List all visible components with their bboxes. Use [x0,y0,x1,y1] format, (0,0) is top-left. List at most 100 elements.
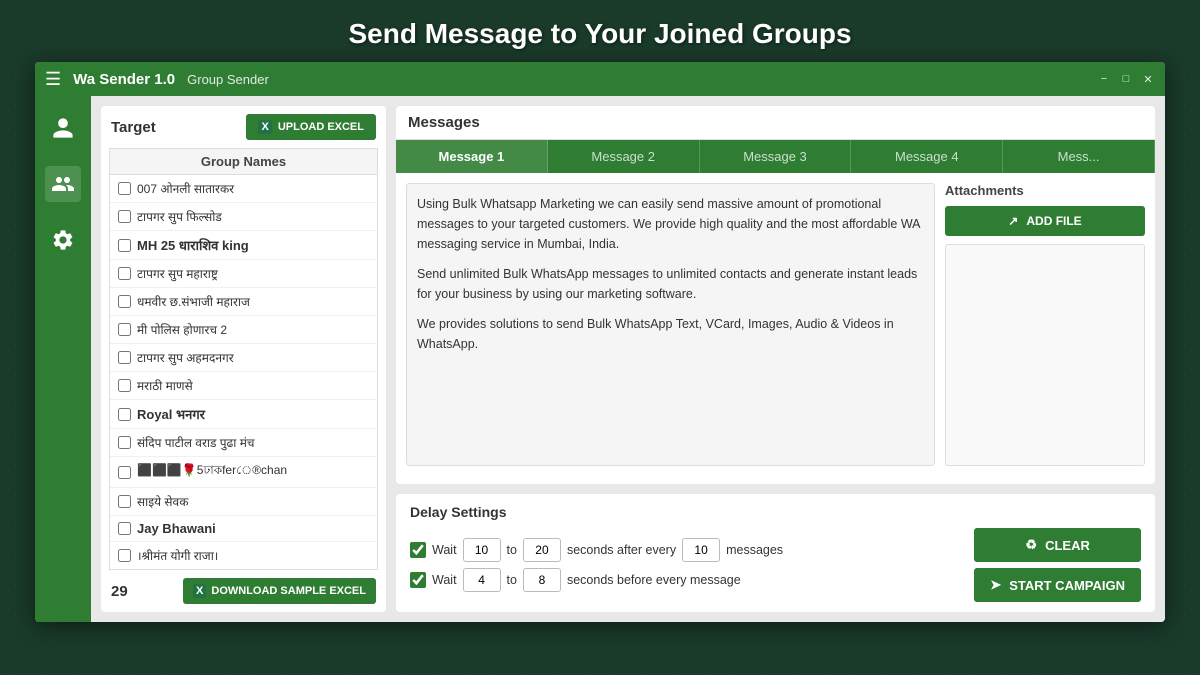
main-content: Target X UPLOAD EXCEL Group Names 007 ओन… [91,96,1165,622]
group-checkbox[interactable] [118,549,131,562]
tab-message-3[interactable]: Message 3 [700,140,852,173]
group-list-header: Group Names [110,149,377,175]
delay-row1-label4: messages [726,543,783,557]
hamburger-icon[interactable]: ☰ [45,69,61,90]
group-name-label: टापगर सुप अहमदनगर [137,349,234,366]
add-file-button[interactable]: ↗ ADD FILE [945,206,1145,236]
target-label: Target [111,119,156,136]
sidebar-person-icon[interactable] [45,110,81,146]
sidebar-settings-icon[interactable] [45,222,81,258]
group-name-label: ।श्रीमंत योगी राजा। [137,547,218,564]
group-list-item[interactable]: संदिप पाटील वराड पुढा मंच [110,429,377,457]
delay-row2-label1: Wait [432,573,457,587]
app-body: Target X UPLOAD EXCEL Group Names 007 ओन… [35,96,1165,622]
delay-row2-label3: seconds before every message [567,573,741,587]
left-panel-header: Target X UPLOAD EXCEL [101,106,386,148]
tab-message-5[interactable]: Mess... [1003,140,1155,173]
sidebar [35,96,91,622]
group-list-item[interactable]: Jay Bhawani [110,516,377,542]
group-checkbox[interactable] [118,295,131,308]
left-panel: Target X UPLOAD EXCEL Group Names 007 ओन… [101,106,386,612]
message-text-area[interactable]: Using Bulk Whatsapp Marketing we can eas… [406,183,935,466]
group-list-item[interactable]: MH 25 धाराशिव king [110,231,377,260]
group-name-label: टापगर सुप महाराष्ट्र [137,265,218,282]
page-title: Send Message to Your Joined Groups [0,0,1200,62]
group-name-label: Royal भनगर [137,405,205,423]
group-list: 007 ओनली सातारकर टापगर सुप फिल्सोड MH 25 ध… [110,175,377,570]
group-name-label: धमवीर छ.संभाजी महाराज [137,293,250,310]
group-checkbox[interactable] [118,210,131,223]
download-btn-label: DOWNLOAD SAMPLE EXCEL [211,585,366,597]
delay-row1-val1[interactable] [463,538,501,562]
delay-row1-label3: seconds after every [567,543,676,557]
tab-message-4[interactable]: Message 4 [851,140,1003,173]
delay-row2-val1[interactable] [463,568,501,592]
group-list-item[interactable]: टापगर सुप अहमदनगर [110,344,377,372]
messages-tabs: Message 1 Message 2 Message 3 Message 4 … [396,140,1155,173]
group-checkbox[interactable] [118,379,131,392]
attachments-area [945,244,1145,466]
app-title: Wa Sender 1.0 [73,71,175,88]
delay-row2-checkbox[interactable] [410,572,426,588]
clear-button[interactable]: ♻ CLEAR [974,528,1141,562]
message-para-1: Using Bulk Whatsapp Marketing we can eas… [417,194,924,254]
group-checkbox[interactable] [118,522,131,535]
messages-body: Using Bulk Whatsapp Marketing we can eas… [396,173,1155,476]
download-sample-button[interactable]: X DOWNLOAD SAMPLE EXCEL [183,578,376,604]
group-list-item[interactable]: 007 ओनली सातारकर [110,175,377,203]
delay-row2-val2[interactable] [523,568,561,592]
delay-row1-checkbox[interactable] [410,542,426,558]
message-para-3: We provides solutions to send Bulk Whats… [417,314,924,354]
clear-label: CLEAR [1045,538,1090,553]
attachments-label: Attachments [945,183,1145,198]
group-checkbox[interactable] [118,323,131,336]
title-bar: ☰ Wa Sender 1.0 Group Sender − □ ✕ [35,62,1165,96]
tab-message-2[interactable]: Message 2 [548,140,700,173]
group-name-label: MH 25 धाराशिव king [137,236,249,254]
group-checkbox[interactable] [118,436,131,449]
group-list-item[interactable]: मी पोलिस होणारच 2 [110,316,377,344]
close-button[interactable]: ✕ [1141,72,1155,86]
delay-row1-val3[interactable] [682,538,720,562]
sidebar-group-icon[interactable] [45,166,81,202]
delay-panel-inner: Wait to seconds after every messages [410,528,1141,602]
group-name-label: संदिप पाटील वराड पुढा मंच [137,434,255,451]
group-name-label: 007 ओनली सातारकर [137,180,234,197]
group-name-label: मी पोलिस होणारच 2 [137,321,227,338]
minimize-button[interactable]: − [1097,72,1111,86]
group-list-item[interactable]: मराठी माणसे [110,372,377,400]
group-checkbox[interactable] [118,495,131,508]
start-campaign-button[interactable]: ➤ START CAMPAIGN [974,568,1141,602]
group-checkbox[interactable] [118,466,131,479]
group-list-item[interactable]: धमवीर छ.संभाजी महाराज [110,288,377,316]
messages-panel: Messages Message 1 Message 2 Message 3 M… [396,106,1155,484]
group-list-item[interactable]: ⬛⬛⬛🌹5ঢাকferে®chan [110,457,377,488]
group-checkbox[interactable] [118,239,131,252]
group-list-container[interactable]: Group Names 007 ओनली सातारकर टापगर सुप फि… [109,148,378,570]
delay-row-1: Wait to seconds after every messages [410,538,974,562]
delay-row1-label2: to [507,543,517,557]
start-label: START CAMPAIGN [1009,578,1125,593]
group-list-item[interactable]: टापगर सुप फिल्सोड [110,203,377,231]
add-file-icon: ↗ [1008,214,1018,228]
maximize-button[interactable]: □ [1119,72,1133,86]
app-window: ☰ Wa Sender 1.0 Group Sender − □ ✕ [35,62,1165,622]
group-checkbox[interactable] [118,182,131,195]
tab-message-1[interactable]: Message 1 [396,140,548,173]
delay-row1-val2[interactable] [523,538,561,562]
group-list-item[interactable]: टापगर सुप महाराष्ट्र [110,260,377,288]
left-panel-footer: 29 X DOWNLOAD SAMPLE EXCEL [101,570,386,612]
message-para-2: Send unlimited Bulk WhatsApp messages to… [417,264,924,304]
delay-left: Wait to seconds after every messages [410,538,974,592]
upload-excel-button[interactable]: X UPLOAD EXCEL [246,114,376,140]
group-list-item[interactable]: साइये सेवक [110,488,377,516]
group-count: 29 [111,583,128,600]
group-name-label: साइये सेवक [137,493,188,510]
group-checkbox[interactable] [118,408,131,421]
group-list-item[interactable]: ।श्रीमंत योगी राजा। [110,542,377,570]
start-icon: ➤ [990,577,1001,593]
group-list-item[interactable]: Royal भनगर [110,400,377,429]
group-checkbox[interactable] [118,351,131,364]
delay-row-2: Wait to seconds before every message [410,568,974,592]
group-checkbox[interactable] [118,267,131,280]
